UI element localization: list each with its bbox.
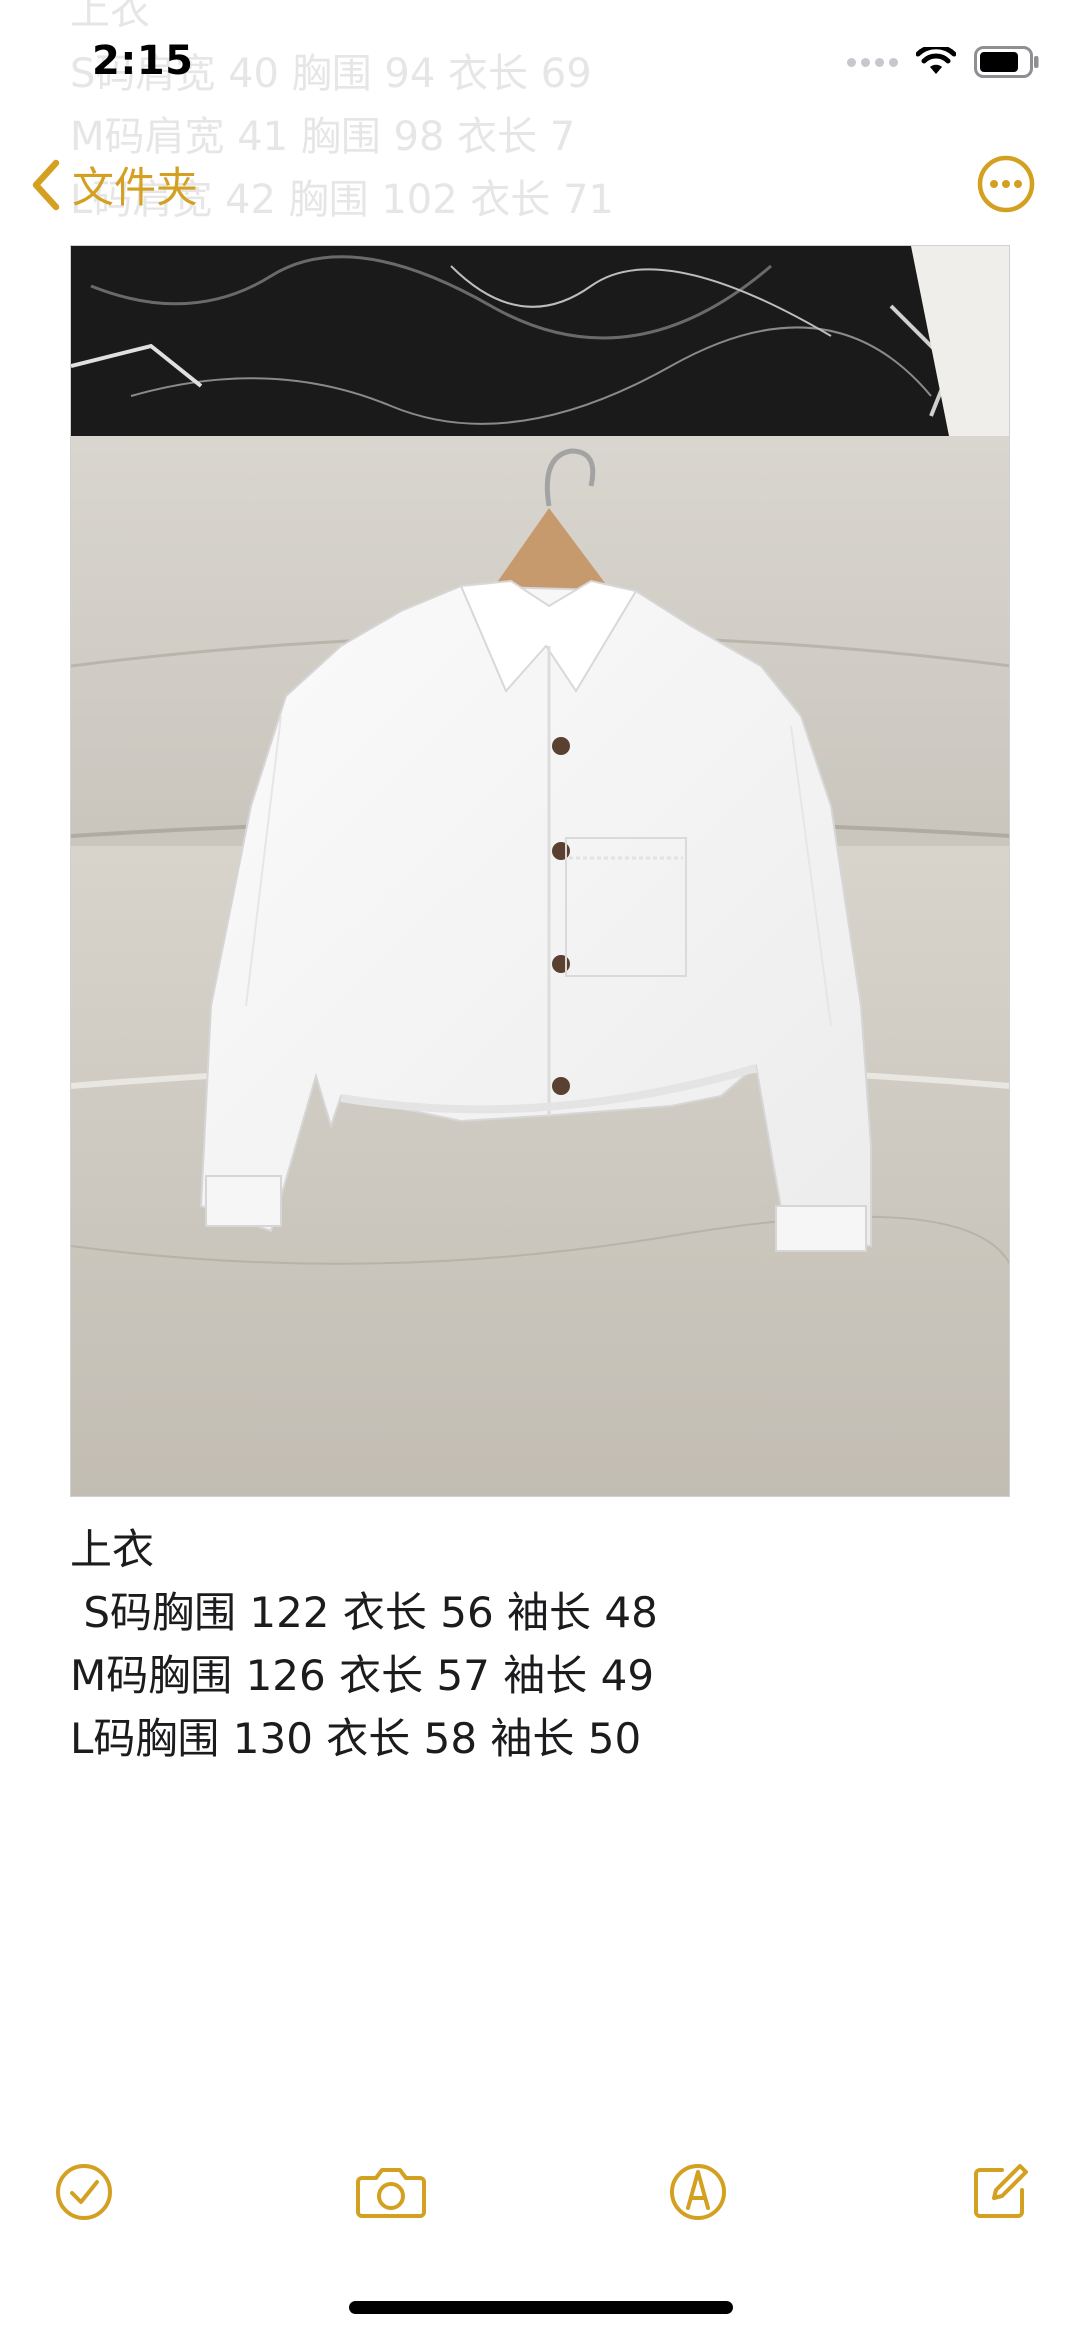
compose-icon — [974, 2164, 1028, 2218]
ellipsis-circle-icon — [977, 155, 1035, 213]
compose-button[interactable] — [968, 2160, 1032, 2228]
status-time: 2:15 — [92, 38, 194, 84]
back-button-label: 文件夹 — [72, 163, 199, 212]
back-button[interactable]: 文件夹 — [28, 154, 198, 215]
size-s-line: S码胸围 122 衣长 56 袖长 48 — [70, 1588, 658, 1637]
wifi-icon — [916, 47, 956, 74]
navigation-bar: 文件夹 — [0, 130, 1080, 240]
cellular-signal-icon — [847, 57, 898, 67]
chevron-left-icon — [32, 159, 60, 210]
checklist-button[interactable] — [52, 2160, 116, 2228]
camera-button[interactable] — [354, 2160, 428, 2228]
shirt-photo — [71, 246, 1009, 1496]
status-icons — [847, 46, 1040, 78]
note-title-line: 上衣 — [70, 1525, 155, 1574]
checklist-icon — [56, 2164, 112, 2220]
markup-button[interactable] — [666, 2160, 730, 2228]
size-l-line: L码胸围 130 衣长 58 袖长 50 — [70, 1714, 642, 1763]
camera-icon — [356, 2168, 426, 2218]
battery-icon — [974, 46, 1039, 78]
size-m-line: M码胸围 126 衣长 57 袖长 49 — [70, 1651, 655, 1700]
note-body[interactable]: 上衣 S码胸围 122 衣长 56 袖长 48 M码胸围 126 衣长 57 袖… — [70, 1518, 1010, 1770]
note-photo-attachment[interactable] — [70, 245, 1010, 1497]
bottom-toolbar — [0, 2150, 1080, 2240]
home-indicator[interactable] — [349, 2301, 733, 2314]
more-options-button[interactable] — [976, 154, 1036, 218]
markup-pen-icon — [670, 2164, 726, 2220]
status-bar: 2:15 — [0, 0, 1080, 130]
